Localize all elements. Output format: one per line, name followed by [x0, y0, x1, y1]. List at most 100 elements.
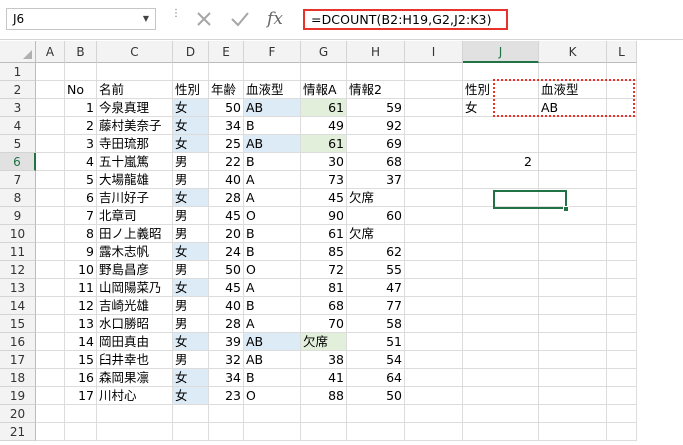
cell-a6[interactable]	[36, 153, 65, 171]
cell-c20[interactable]	[97, 405, 173, 423]
cell-g19[interactable]: 88	[301, 387, 347, 405]
cell-a4[interactable]	[36, 117, 65, 135]
cell-a21[interactable]	[36, 423, 65, 441]
row-header-19[interactable]: 19	[0, 387, 36, 405]
row-header-2[interactable]: 2	[0, 81, 36, 99]
formula-input[interactable]: =DCOUNT(B2:H19,G2,J2:K3)	[303, 9, 508, 30]
cell-f3[interactable]: AB	[244, 99, 301, 117]
cell-l10[interactable]	[607, 225, 637, 243]
cell-b5[interactable]: 3	[65, 135, 97, 153]
cell-c6[interactable]: 五十嵐篤	[97, 153, 173, 171]
cell-d19[interactable]: 女	[173, 387, 209, 405]
cell-h13[interactable]: 47	[347, 279, 405, 297]
cell-i9[interactable]	[405, 207, 463, 225]
cell-b8[interactable]: 6	[65, 189, 97, 207]
cell-e10[interactable]: 20	[209, 225, 244, 243]
cell-i19[interactable]	[405, 387, 463, 405]
cell-g10[interactable]: 61	[301, 225, 347, 243]
cell-l20[interactable]	[607, 405, 637, 423]
cell-a3[interactable]	[36, 99, 65, 117]
cell-l12[interactable]	[607, 261, 637, 279]
cell-f1[interactable]	[244, 63, 301, 81]
cell-d9[interactable]: 男	[173, 207, 209, 225]
cell-j18[interactable]	[463, 369, 539, 387]
cell-g18[interactable]: 41	[301, 369, 347, 387]
cell-f13[interactable]: A	[244, 279, 301, 297]
cell-h6[interactable]: 68	[347, 153, 405, 171]
cell-l16[interactable]	[607, 333, 637, 351]
cell-h2[interactable]: 情報2	[347, 81, 405, 99]
row-header-8[interactable]: 8	[0, 189, 36, 207]
cell-d4[interactable]: 女	[173, 117, 209, 135]
row-header-20[interactable]: 20	[0, 405, 36, 423]
cell-b10[interactable]: 8	[65, 225, 97, 243]
cell-g5[interactable]: 61	[301, 135, 347, 153]
column-header-h[interactable]: H	[347, 41, 405, 63]
cell-l21[interactable]	[607, 423, 637, 441]
cell-e2[interactable]: 年齢	[209, 81, 244, 99]
row-header-9[interactable]: 9	[0, 207, 36, 225]
cell-g4[interactable]: 49	[301, 117, 347, 135]
cell-l4[interactable]	[607, 117, 637, 135]
cell-k13[interactable]	[539, 279, 607, 297]
column-header-e[interactable]: E	[209, 41, 244, 63]
cell-j1[interactable]	[463, 63, 539, 81]
cell-j21[interactable]	[463, 423, 539, 441]
cell-i7[interactable]	[405, 171, 463, 189]
column-header-g[interactable]: G	[301, 41, 347, 63]
cell-h20[interactable]	[347, 405, 405, 423]
cell-j7[interactable]	[463, 171, 539, 189]
cell-e21[interactable]	[209, 423, 244, 441]
column-header-b[interactable]: B	[65, 41, 97, 63]
cell-k1[interactable]	[539, 63, 607, 81]
cell-j11[interactable]	[463, 243, 539, 261]
cell-a15[interactable]	[36, 315, 65, 333]
cell-f17[interactable]: AB	[244, 351, 301, 369]
cell-d5[interactable]: 女	[173, 135, 209, 153]
cell-b2[interactable]: No	[65, 81, 97, 99]
cell-e9[interactable]: 45	[209, 207, 244, 225]
cell-d3[interactable]: 女	[173, 99, 209, 117]
cell-e19[interactable]: 23	[209, 387, 244, 405]
cell-c7[interactable]: 大場龍雄	[97, 171, 173, 189]
cell-a5[interactable]	[36, 135, 65, 153]
cell-b21[interactable]	[65, 423, 97, 441]
cell-j6[interactable]: 2	[463, 153, 539, 171]
cell-f16[interactable]: AB	[244, 333, 301, 351]
cell-j10[interactable]	[463, 225, 539, 243]
cell-c3[interactable]: 今泉真理	[97, 99, 173, 117]
column-header-i[interactable]: I	[405, 41, 463, 63]
cell-c13[interactable]: 山岡陽菜乃	[97, 279, 173, 297]
cell-g1[interactable]	[301, 63, 347, 81]
chevron-down-icon[interactable]: ▼	[140, 11, 152, 27]
cell-j14[interactable]	[463, 297, 539, 315]
cell-c21[interactable]	[97, 423, 173, 441]
cell-d18[interactable]: 女	[173, 369, 209, 387]
cell-d15[interactable]: 男	[173, 315, 209, 333]
cell-d7[interactable]: 男	[173, 171, 209, 189]
column-header-c[interactable]: C	[97, 41, 173, 63]
cell-d21[interactable]	[173, 423, 209, 441]
row-header-3[interactable]: 3	[0, 99, 36, 117]
column-header-k[interactable]: K	[539, 41, 607, 63]
cell-g6[interactable]: 30	[301, 153, 347, 171]
cell-b9[interactable]: 7	[65, 207, 97, 225]
cell-k21[interactable]	[539, 423, 607, 441]
cell-k12[interactable]	[539, 261, 607, 279]
cell-l8[interactable]	[607, 189, 637, 207]
cell-i15[interactable]	[405, 315, 463, 333]
cell-h16[interactable]: 51	[347, 333, 405, 351]
cell-b15[interactable]: 13	[65, 315, 97, 333]
cell-i18[interactable]	[405, 369, 463, 387]
cell-d8[interactable]: 女	[173, 189, 209, 207]
cell-f15[interactable]: A	[244, 315, 301, 333]
cell-c15[interactable]: 水口勝昭	[97, 315, 173, 333]
cell-a16[interactable]	[36, 333, 65, 351]
cell-d11[interactable]: 女	[173, 243, 209, 261]
cell-g15[interactable]: 70	[301, 315, 347, 333]
cell-g13[interactable]: 81	[301, 279, 347, 297]
cell-b18[interactable]: 16	[65, 369, 97, 387]
cell-k10[interactable]	[539, 225, 607, 243]
cell-l3[interactable]	[607, 99, 637, 117]
cell-f6[interactable]: B	[244, 153, 301, 171]
